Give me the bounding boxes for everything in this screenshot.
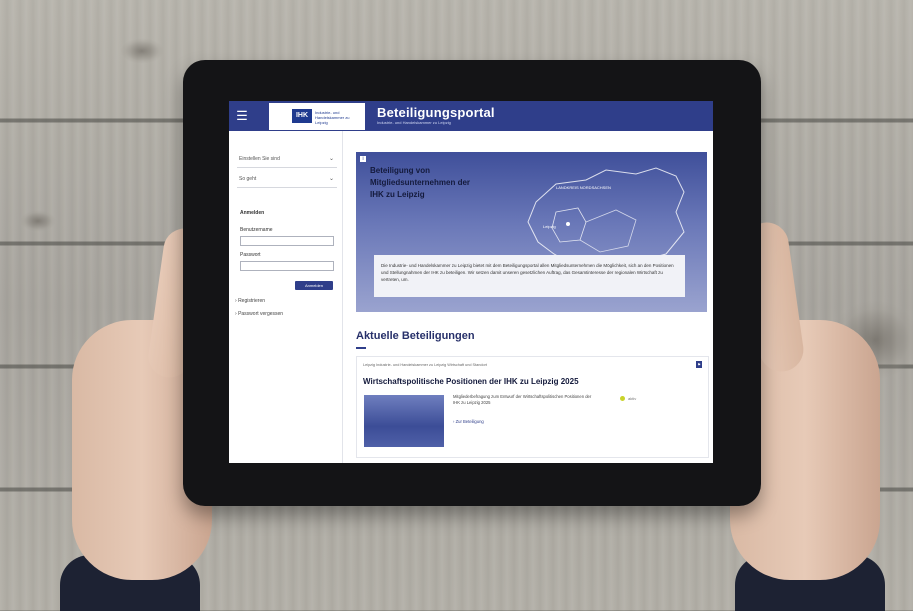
hero-title: Beteiligung von Mitgliedsunternehmen der… [370, 166, 471, 199]
forgot-password-link[interactable]: › Passwort vergessen [235, 311, 283, 317]
status-text: aktiv [628, 396, 637, 401]
participation-card[interactable]: Leipzig Industrie- und Handelskammer zu … [356, 356, 709, 458]
card-link-label: Zur Beteiligung [455, 419, 484, 424]
tablet-screen: ☰ IHK Industrie- und Handelskammer zu Le… [229, 101, 713, 463]
forgot-link-label: Passwort vergessen [238, 311, 284, 317]
card-link[interactable]: › Zur Beteiligung [453, 419, 484, 424]
password-field[interactable] [240, 261, 334, 271]
card-description: Mitgliederbefragung zum Entwurf der Wirt… [453, 394, 592, 405]
hamburger-menu-icon[interactable]: ☰ [234, 108, 250, 124]
chevron-down-icon: ⌄ [328, 176, 334, 182]
site-subtitle: Industrie- und Handelskammer zu Leipzig [377, 120, 451, 125]
top-bar: ☰ IHK Industrie- und Handelskammer zu Le… [229, 101, 713, 131]
section-title: Aktuelle Beteiligungen [356, 330, 475, 342]
map-label-city: Leipzig [543, 224, 556, 229]
card-title[interactable]: Wirtschaftspolitische Positionen der IHK… [363, 377, 579, 386]
bookmark-icon[interactable]: ⚑ [696, 361, 702, 368]
info-icon[interactable]: i [360, 156, 366, 162]
wood-knot [120, 38, 164, 64]
status-dot-icon [620, 396, 625, 401]
card-thumbnail [364, 395, 444, 447]
sidebar-select-1[interactable]: Einstellen Sie sind ⌄ [237, 151, 337, 168]
map-label-region: LANDKREIS NORDSACHSEN [556, 185, 611, 190]
username-label: Benutzername [240, 227, 273, 233]
password-label: Passwort [240, 252, 261, 258]
hero-banner: i Beteiligung von Mitgliedsunternehmen d… [356, 152, 707, 312]
chevron-down-icon: ⌄ [328, 156, 334, 162]
wood-knot [20, 210, 56, 232]
register-link[interactable]: › Registrieren [235, 298, 265, 304]
register-link-label: Registrieren [238, 298, 266, 304]
login-heading: Anmelden [240, 210, 265, 216]
site-title: Beteiligungsportal [377, 105, 495, 120]
section-underline [356, 347, 366, 349]
ihk-logo[interactable]: IHK Industrie- und Handelskammer zu Leip… [269, 103, 365, 130]
select-1-label: Einstellen Sie sind [239, 156, 280, 162]
select-2-label: So geht [239, 176, 257, 182]
logo-text: Industrie- und Handelskammer zu Leipzig [315, 110, 350, 125]
hero-text: Die Industrie- und Handelskammer zu Leip… [381, 263, 674, 282]
username-field[interactable] [240, 236, 334, 246]
sidebar-select-2[interactable]: So geht ⌄ [237, 171, 337, 188]
hero-textbox: Die Industrie- und Handelskammer zu Leip… [374, 255, 685, 297]
login-button[interactable]: Anmelden [295, 281, 333, 290]
logo-badge: IHK [292, 109, 312, 123]
sidebar: Einstellen Sie sind ⌄ So geht ⌄ Anmelden… [229, 131, 343, 463]
card-meta: Leipzig Industrie- und Handelskammer zu … [363, 363, 487, 367]
